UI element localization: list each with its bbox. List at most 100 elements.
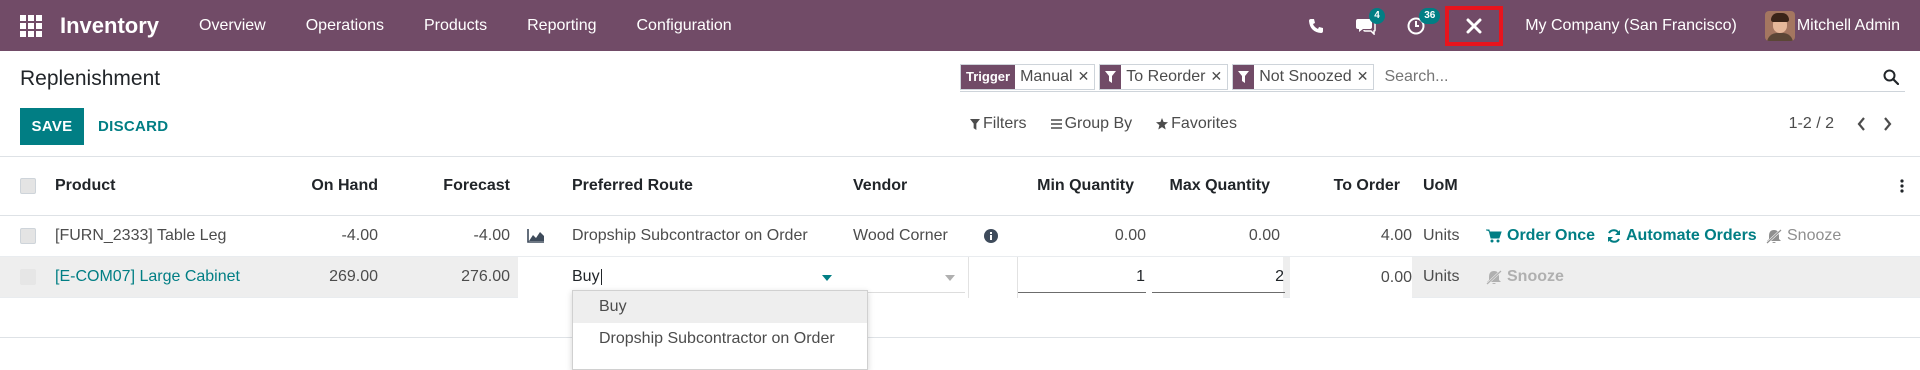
- dropdown-option-dropship[interactable]: Dropship Subcontractor on Order: [573, 323, 867, 355]
- route-dropdown: Buy Dropship Subcontractor on Order: [572, 290, 868, 370]
- col-to-order[interactable]: To Order: [1290, 157, 1400, 215]
- search-options: Filters Group By Favorites: [970, 115, 1261, 133]
- product-cell[interactable]: [E-COM07] Large Cabinet: [55, 257, 275, 297]
- vendor-select[interactable]: [849, 262, 965, 293]
- search-bar: Trigger Manual ✕ To Reorder ✕ Not Snooze…: [960, 62, 1905, 92]
- pager: 1-2 / 2: [1789, 115, 1900, 133]
- route-select[interactable]: Buy: [572, 262, 844, 293]
- info-icon[interactable]: [984, 216, 1000, 256]
- snooze-button[interactable]: Snooze: [1486, 257, 1586, 297]
- clock-icon[interactable]: 36: [1391, 0, 1441, 51]
- menu-operations[interactable]: Operations: [286, 0, 404, 51]
- select-all-checkbox[interactable]: [20, 157, 36, 215]
- menu-reporting[interactable]: Reporting: [507, 0, 616, 51]
- apps-icon[interactable]: [20, 14, 42, 37]
- col-on-hand[interactable]: On Hand: [278, 157, 378, 215]
- snooze-button[interactable]: Snooze: [1766, 216, 1866, 256]
- systray: 4 36 My Company (San Francisco) Mitchell…: [1291, 0, 1920, 51]
- automate-orders-button[interactable]: Automate Orders: [1607, 216, 1767, 256]
- pager-value[interactable]: 1-2 / 2: [1789, 115, 1834, 133]
- route-cell[interactable]: Dropship Subcontractor on Order: [572, 216, 842, 256]
- col-product[interactable]: Product: [55, 157, 255, 215]
- col-max-quantity[interactable]: Max Quantity: [1150, 157, 1270, 215]
- col-preferred-route[interactable]: Preferred Route: [572, 157, 812, 215]
- order-once-label: Order Once: [1507, 227, 1596, 244]
- max-qty-input[interactable]: 2: [1152, 262, 1285, 293]
- row-checkbox[interactable]: [20, 257, 36, 297]
- chevron-right-icon[interactable]: [1874, 117, 1900, 131]
- caret-down-icon: [822, 275, 832, 281]
- snooze-label: Snooze: [1787, 227, 1842, 244]
- user-menu[interactable]: Mitchell Admin: [1797, 17, 1900, 35]
- cart-icon: [1486, 229, 1502, 243]
- vendor-cell[interactable]: Wood Corner: [853, 216, 973, 256]
- uom-cell: Units: [1423, 268, 1460, 285]
- area-chart-icon[interactable]: [527, 216, 549, 256]
- kebab-menu-icon[interactable]: [1900, 157, 1908, 215]
- search-icon[interactable]: [1877, 69, 1905, 85]
- discard-button[interactable]: DISCARD: [92, 108, 174, 145]
- row-checkbox[interactable]: [20, 216, 36, 256]
- facet-value: Not Snoozed: [1259, 67, 1352, 85]
- col-min-quantity[interactable]: Min Quantity: [1018, 157, 1134, 215]
- menu-configuration[interactable]: Configuration: [617, 0, 752, 51]
- bell-slash-icon: [1766, 228, 1782, 244]
- groupby-button[interactable]: Group By: [1050, 115, 1133, 133]
- facet-remove-icon[interactable]: ✕: [1357, 68, 1374, 85]
- facet-to-reorder: To Reorder ✕: [1099, 63, 1229, 90]
- table-row-editing[interactable]: [E-COM07] Large Cabinet 269.00 276.00 Bu…: [0, 257, 1920, 298]
- phone-icon[interactable]: [1291, 0, 1341, 51]
- top-navbar: Inventory Overview Operations Products R…: [0, 0, 1920, 51]
- max-qty-cell[interactable]: 0.00: [1150, 216, 1280, 256]
- min-qty-cell[interactable]: 0.00: [1018, 216, 1146, 256]
- close-icon[interactable]: [1445, 5, 1504, 46]
- favorites-label: Favorites: [1171, 115, 1237, 132]
- forecast-cell: -4.00: [473, 227, 510, 244]
- facet-label: Trigger: [961, 64, 1016, 89]
- to-order-cell[interactable]: 0.00: [1290, 257, 1412, 298]
- favorites-button[interactable]: Favorites: [1156, 115, 1237, 133]
- filters-label: Filters: [983, 115, 1027, 132]
- facet-remove-icon[interactable]: ✕: [1210, 68, 1227, 85]
- facet-remove-icon[interactable]: ✕: [1078, 68, 1095, 85]
- control-panel: Replenishment SAVE DISCARD Trigger Manua…: [0, 51, 1920, 157]
- info-placeholder: [968, 257, 1018, 298]
- bell-slash-icon: [1486, 269, 1502, 285]
- col-forecast[interactable]: Forecast: [400, 157, 510, 215]
- avatar[interactable]: [1764, 10, 1795, 41]
- table-row[interactable]: [FURN_2333] Table Leg -4.00 -4.00 Dropsh…: [0, 216, 1920, 257]
- filter-icon: [1100, 64, 1122, 89]
- messages-badge: 4: [1369, 8, 1385, 24]
- max-qty-value: 2: [1275, 268, 1284, 285]
- filter-icon: [970, 118, 980, 130]
- order-once-button[interactable]: Order Once: [1486, 216, 1611, 256]
- on-hand-cell: 269.00: [329, 268, 378, 285]
- chat-icon[interactable]: 4: [1341, 0, 1391, 51]
- facet-trigger: Trigger Manual ✕: [960, 63, 1096, 90]
- filters-button[interactable]: Filters: [970, 115, 1027, 133]
- col-vendor[interactable]: Vendor: [853, 157, 973, 215]
- chevron-left-icon[interactable]: [1848, 117, 1874, 131]
- col-uom[interactable]: UoM: [1423, 157, 1483, 215]
- facet-value: Manual: [1020, 67, 1073, 85]
- app-name[interactable]: Inventory: [60, 13, 159, 39]
- dropdown-option-buy[interactable]: Buy: [573, 291, 867, 323]
- on-hand-cell: -4.00: [341, 227, 378, 244]
- product-cell[interactable]: [FURN_2333] Table Leg: [55, 216, 275, 256]
- page-title: Replenishment: [20, 67, 161, 90]
- replenishment-list: Product On Hand Forecast Preferred Route…: [0, 157, 1920, 338]
- facet-value: To Reorder: [1126, 67, 1206, 85]
- refresh-icon: [1608, 229, 1620, 243]
- company-switcher[interactable]: My Company (San Francisco): [1525, 17, 1737, 35]
- min-qty-input[interactable]: 1: [1018, 262, 1146, 293]
- to-order-cell[interactable]: 4.00: [1290, 216, 1412, 256]
- menu-products[interactable]: Products: [404, 0, 507, 51]
- automate-orders-label: Automate Orders: [1626, 227, 1757, 244]
- table-header: Product On Hand Forecast Preferred Route…: [0, 157, 1920, 216]
- save-button[interactable]: SAVE: [20, 108, 84, 145]
- groupby-label: Group By: [1064, 115, 1133, 132]
- star-icon: [1156, 118, 1169, 130]
- menu-overview[interactable]: Overview: [179, 0, 286, 51]
- search-input[interactable]: [1378, 67, 1877, 86]
- empty-row: [0, 298, 1920, 338]
